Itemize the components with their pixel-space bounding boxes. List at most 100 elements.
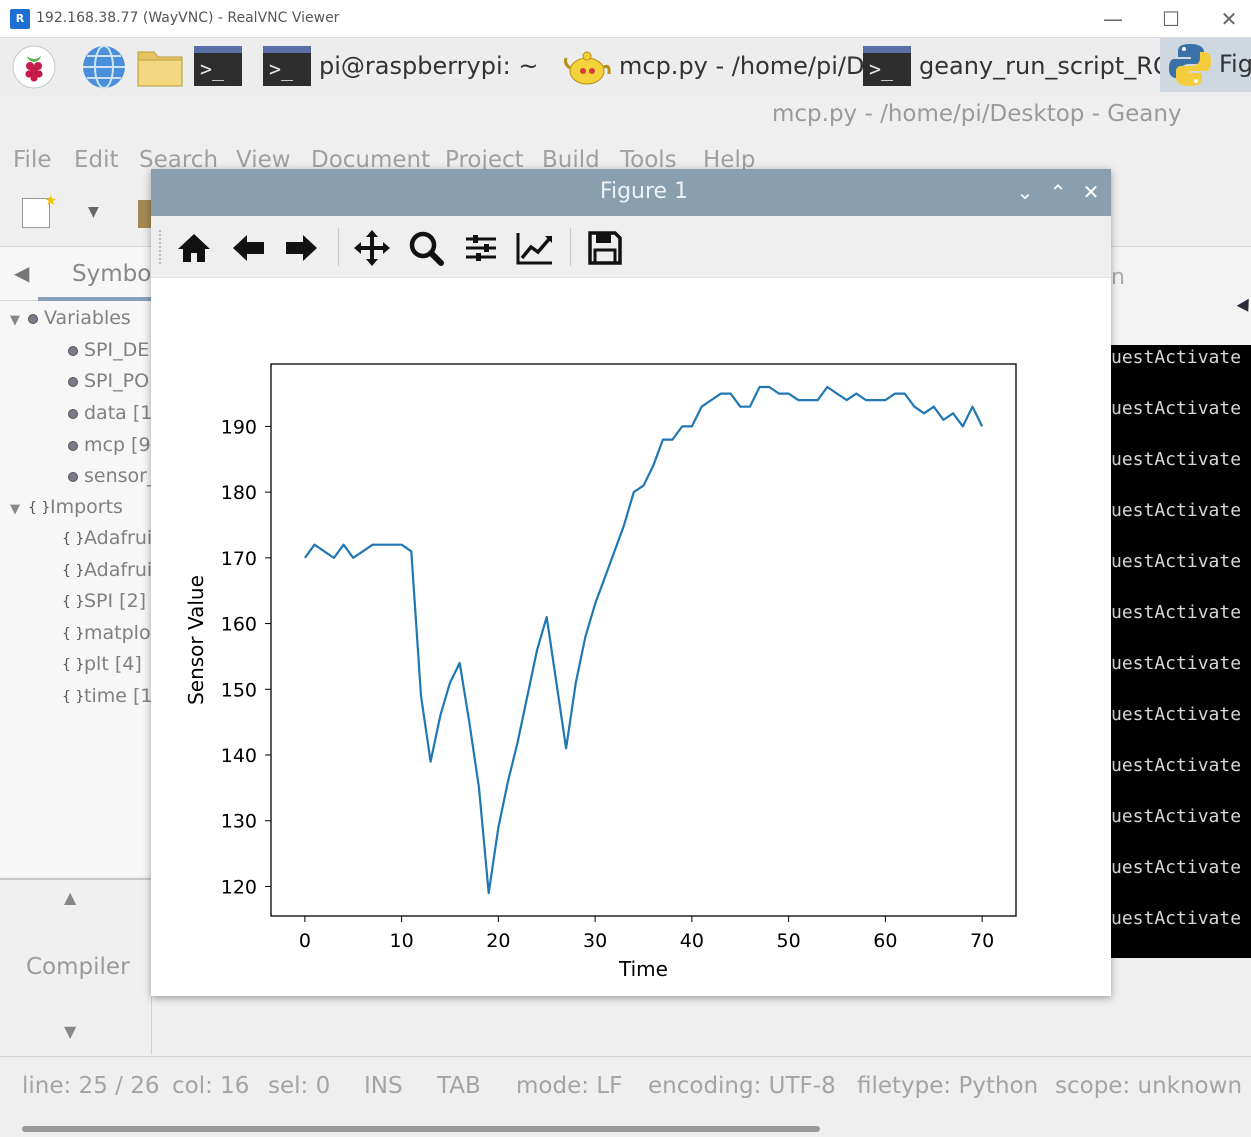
tree-item[interactable]: SPI_PO bbox=[68, 370, 149, 392]
taskbar-task-run-script[interactable]: geany_run_script_RO.. bbox=[919, 52, 1186, 80]
home-icon[interactable] bbox=[174, 228, 214, 268]
tree-item[interactable]: mcp [9 bbox=[68, 434, 151, 456]
status-tab: TAB bbox=[437, 1073, 481, 1099]
taskbar-task-geany[interactable]: mcp.py - /home/pi/D.. bbox=[619, 52, 880, 80]
tree-item[interactable]: { }plt [4] bbox=[62, 653, 142, 675]
x-axis-label: Time bbox=[618, 957, 668, 981]
variable-icon bbox=[28, 313, 38, 324]
y-tick-label: 190 bbox=[221, 416, 257, 438]
terminal-line: uestActivate bbox=[1111, 500, 1242, 521]
tree-label: Adafrui bbox=[84, 559, 153, 581]
variable-icon bbox=[68, 376, 78, 387]
tree-item[interactable]: sensor_ bbox=[68, 465, 156, 487]
save-floppy-icon[interactable] bbox=[585, 228, 625, 268]
terminal-line: uestActivate bbox=[1111, 551, 1242, 572]
editor-tab-fragment[interactable]: n bbox=[1111, 265, 1125, 290]
status-filetype: filetype: Python bbox=[857, 1073, 1039, 1099]
scroll-up-icon[interactable]: ▲ bbox=[64, 888, 76, 907]
y-axis-label: Sensor Value bbox=[184, 575, 208, 705]
tree-group-variables[interactable]: ▼ Variables bbox=[10, 307, 131, 329]
terminal-line: uestActivate bbox=[1111, 398, 1242, 419]
pan-move-icon[interactable] bbox=[352, 228, 392, 268]
tree-label: Adafrui bbox=[84, 527, 153, 549]
status-col: col: 16 bbox=[172, 1073, 250, 1099]
terminal-line: uestActivate bbox=[1111, 602, 1242, 623]
tree-group-imports[interactable]: ▼{ }Imports bbox=[10, 496, 123, 518]
terminal-line: uestActivate bbox=[1111, 449, 1242, 470]
y-tick-label: 140 bbox=[221, 745, 257, 767]
minimize-button[interactable]: — bbox=[1093, 4, 1133, 34]
y-tick-label: 150 bbox=[221, 679, 257, 701]
plot-canvas[interactable]: 0 10 20 30 40 50 60 70 120 130 140 150 160 170 180 190 T… bbox=[151, 278, 1111, 996]
toolbar-grip bbox=[159, 230, 161, 264]
tree-item[interactable]: { }matplo bbox=[62, 622, 151, 644]
x-tick-label: 10 bbox=[390, 930, 414, 952]
tab-compiler[interactable]: Compiler bbox=[26, 954, 130, 980]
run-terminal-output: uestActivate uestActivate uestActivate uest… bbox=[1111, 345, 1251, 958]
tab-symbols[interactable]: Symbol bbox=[38, 247, 158, 301]
file-manager-folder-icon[interactable] bbox=[136, 44, 184, 90]
namespace-icon: { } bbox=[62, 625, 85, 642]
figure-toolbar bbox=[151, 216, 1111, 278]
tree-label: SPI_PO bbox=[84, 370, 150, 392]
tree-item[interactable]: SPI_DE bbox=[68, 339, 149, 361]
namespace-icon: { } bbox=[28, 499, 51, 516]
chevron-down-icon[interactable]: ⌄ bbox=[1012, 177, 1038, 207]
x-tick-label: 70 bbox=[970, 930, 994, 952]
python-logo-icon bbox=[1169, 44, 1211, 86]
y-tick-label: 130 bbox=[221, 811, 257, 833]
zoom-magnifier-icon[interactable] bbox=[406, 228, 446, 268]
figure-titlebar[interactable]: Figure 1 ⌄ ⌃ ✕ bbox=[151, 169, 1111, 216]
terminal-line: uestActivate bbox=[1111, 908, 1242, 929]
geany-sidebar: ◀ Symbol ▼ Variables SPI_DE SPI_PO data [… bbox=[0, 246, 158, 876]
namespace-icon: { } bbox=[62, 688, 85, 705]
tree-label: SPI_DE bbox=[84, 339, 150, 361]
open-file-icon[interactable] bbox=[138, 200, 152, 228]
namespace-icon: { } bbox=[62, 530, 85, 547]
expander-down-icon[interactable]: ▼ bbox=[10, 502, 28, 517]
terminal-task-icon: >_ bbox=[863, 46, 911, 86]
forward-arrow-icon[interactable] bbox=[281, 228, 321, 268]
close-icon[interactable]: ✕ bbox=[1078, 177, 1104, 207]
taskbar-task-figure[interactable]: Fig bbox=[1160, 38, 1251, 92]
terminal-line: uestActivate bbox=[1111, 755, 1242, 776]
status-mode: mode: LF bbox=[516, 1073, 623, 1099]
figure-window: Figure 1 ⌄ ⌃ ✕ 0 10 20 30 40 50 60 70 12… bbox=[151, 169, 1111, 996]
status-ins: INS bbox=[364, 1073, 403, 1099]
tree-item[interactable]: { }Adafrui bbox=[62, 559, 152, 581]
tree-label: data [1 bbox=[84, 402, 153, 424]
y-tick-label: 120 bbox=[221, 876, 257, 898]
sensor-series-line bbox=[304, 385, 984, 895]
geany-window-title: mcp.py - /home/pi/Desktop - Geany bbox=[772, 101, 1182, 127]
terminal-launcher-icon[interactable]: >_ bbox=[194, 46, 242, 86]
edit-axis-icon[interactable] bbox=[515, 228, 555, 268]
status-encoding: encoding: UTF-8 bbox=[648, 1073, 836, 1099]
chevron-up-icon[interactable]: ⌃ bbox=[1045, 177, 1071, 207]
maximize-button[interactable]: ☐ bbox=[1151, 4, 1191, 34]
close-button[interactable]: ✕ bbox=[1209, 4, 1249, 34]
menu-edit[interactable]: Edit bbox=[74, 147, 119, 173]
sidebar-tabs: ◀ Symbol bbox=[0, 247, 158, 301]
expander-down-icon[interactable]: ▼ bbox=[10, 313, 28, 328]
tree-label: Variables bbox=[44, 307, 131, 329]
taskbar-task-terminal[interactable]: pi@raspberrypi: ~ bbox=[319, 52, 538, 80]
new-file-icon[interactable] bbox=[22, 193, 57, 228]
web-browser-globe-icon[interactable] bbox=[80, 44, 128, 90]
horizontal-scrollbar[interactable] bbox=[22, 1126, 820, 1132]
terminal-line: uestActivate bbox=[1111, 857, 1242, 878]
scroll-down-icon[interactable]: ▼ bbox=[64, 1022, 76, 1041]
tree-label: matplo bbox=[84, 622, 151, 644]
plot-axes: 0 10 20 30 40 50 60 70 120 130 140 150 160 170 180 190 T… bbox=[184, 363, 1017, 981]
configure-subplots-icon[interactable] bbox=[461, 228, 501, 268]
tab-scroll-left-icon[interactable]: ◀ bbox=[14, 261, 29, 285]
tree-item[interactable]: { }Adafrui bbox=[62, 527, 152, 549]
tree-item[interactable]: { }time [1 bbox=[62, 685, 152, 707]
back-arrow-icon[interactable] bbox=[229, 228, 269, 268]
raspberry-menu-icon[interactable] bbox=[10, 44, 58, 90]
tree-item[interactable]: { }SPI [2] bbox=[62, 590, 146, 612]
tree-item[interactable]: data [1 bbox=[68, 402, 152, 424]
new-dropdown-chevron-icon[interactable]: ▼ bbox=[88, 204, 99, 220]
vnc-window-title: 192.168.38.77 (WayVNC) - RealVNC Viewer bbox=[36, 10, 340, 26]
menu-file[interactable]: File bbox=[13, 147, 52, 173]
x-tick-label: 50 bbox=[777, 930, 801, 952]
